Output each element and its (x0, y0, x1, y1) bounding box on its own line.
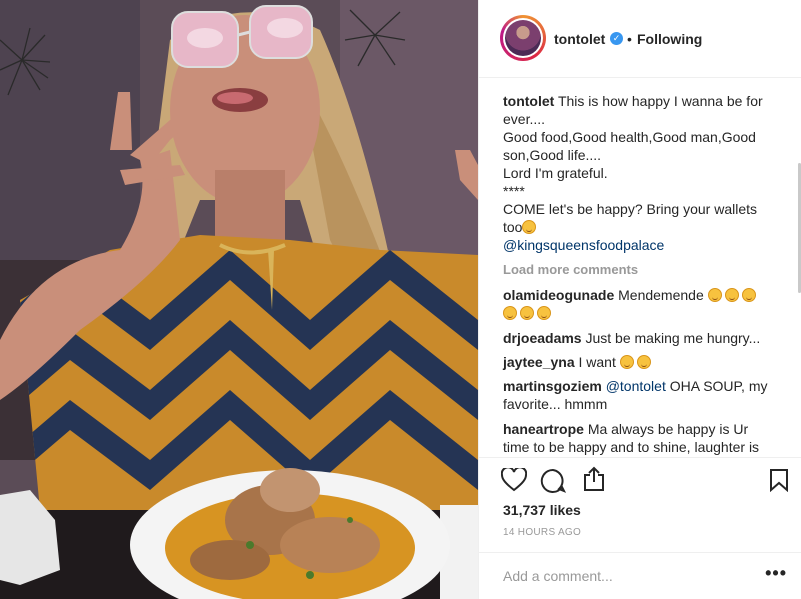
comment-mention-link[interactable]: @tontolet (606, 378, 666, 394)
verified-badge-icon: ✓ (610, 32, 623, 45)
caption: tontolet This is how happy I wanna be fo… (503, 92, 773, 254)
avatar[interactable] (500, 15, 546, 61)
following-button[interactable]: Following (637, 31, 702, 47)
avatar-image (505, 20, 541, 56)
smile-emoji-icon (741, 288, 756, 302)
likes-count[interactable]: 31,737 likes (503, 502, 581, 518)
comment-item: jaytee_yna I want (503, 353, 773, 371)
comment-username[interactable]: olamideogunade (503, 287, 614, 303)
comment-item: drjoeadams Just be making me hungry... (503, 329, 773, 347)
caption-line: COME let's be happy? Bring your wallets … (503, 201, 758, 235)
comment-input[interactable] (501, 565, 745, 587)
post-photo[interactable] (0, 0, 478, 599)
smile-emoji-icon (724, 288, 739, 302)
smile-emoji-icon (636, 355, 651, 369)
post-header: tontolet ✓ • Following (479, 0, 801, 78)
comment-item: martinsgoziem @tontolet OHA SOUP, my fav… (503, 377, 773, 413)
comment-item: olamideogunade Mendemende (503, 286, 773, 322)
caption-username[interactable]: tontolet (503, 93, 554, 109)
post-actions: 31,737 likes 14 HOURS AGO (479, 457, 801, 552)
add-comment-bar: ••• (479, 552, 801, 599)
comment-text: Just be making me hungry... (585, 330, 761, 346)
comment-item: haneartrope Ma always be happy is Ur tim… (503, 420, 773, 456)
heart-icon[interactable] (500, 466, 528, 495)
comment-icon[interactable] (540, 468, 567, 496)
smile-emoji-icon (619, 355, 634, 369)
caption-line: Lord I'm grateful. (503, 165, 608, 181)
smile-emoji-icon (522, 220, 537, 234)
comment-text: Mendemende (618, 287, 704, 303)
bookmark-icon[interactable] (769, 468, 789, 495)
smile-emoji-icon (537, 306, 551, 320)
smile-emoji-icon (520, 306, 534, 320)
comment-text: I want (578, 354, 616, 370)
load-more-comments-button[interactable]: Load more comments (503, 262, 638, 277)
caption-line: **** (503, 183, 525, 199)
comment-username[interactable]: drjoeadams (503, 330, 582, 346)
more-options-button[interactable]: ••• (765, 563, 787, 584)
comment-username[interactable]: jaytee_yna (503, 354, 575, 370)
smile-emoji-icon (707, 288, 722, 302)
share-icon[interactable] (582, 466, 606, 495)
header-separator: • (627, 31, 632, 47)
comment-username[interactable]: martinsgoziem (503, 378, 602, 394)
comment-username[interactable]: haneartrope (503, 421, 584, 437)
comments-list[interactable]: tontolet This is how happy I wanna be fo… (479, 78, 801, 457)
smile-emoji-icon (503, 306, 517, 320)
caption-line: Good food,Good health,Good man,Good son,… (503, 129, 756, 163)
post-side-panel: tontolet ✓ • Following tontolet This is … (478, 0, 801, 599)
caption-mention-link[interactable]: @kingsqueensfoodpalace (503, 237, 664, 253)
post-timestamp[interactable]: 14 HOURS AGO (503, 527, 581, 538)
post-username[interactable]: tontolet (554, 31, 605, 47)
photo-illustration (0, 0, 478, 599)
